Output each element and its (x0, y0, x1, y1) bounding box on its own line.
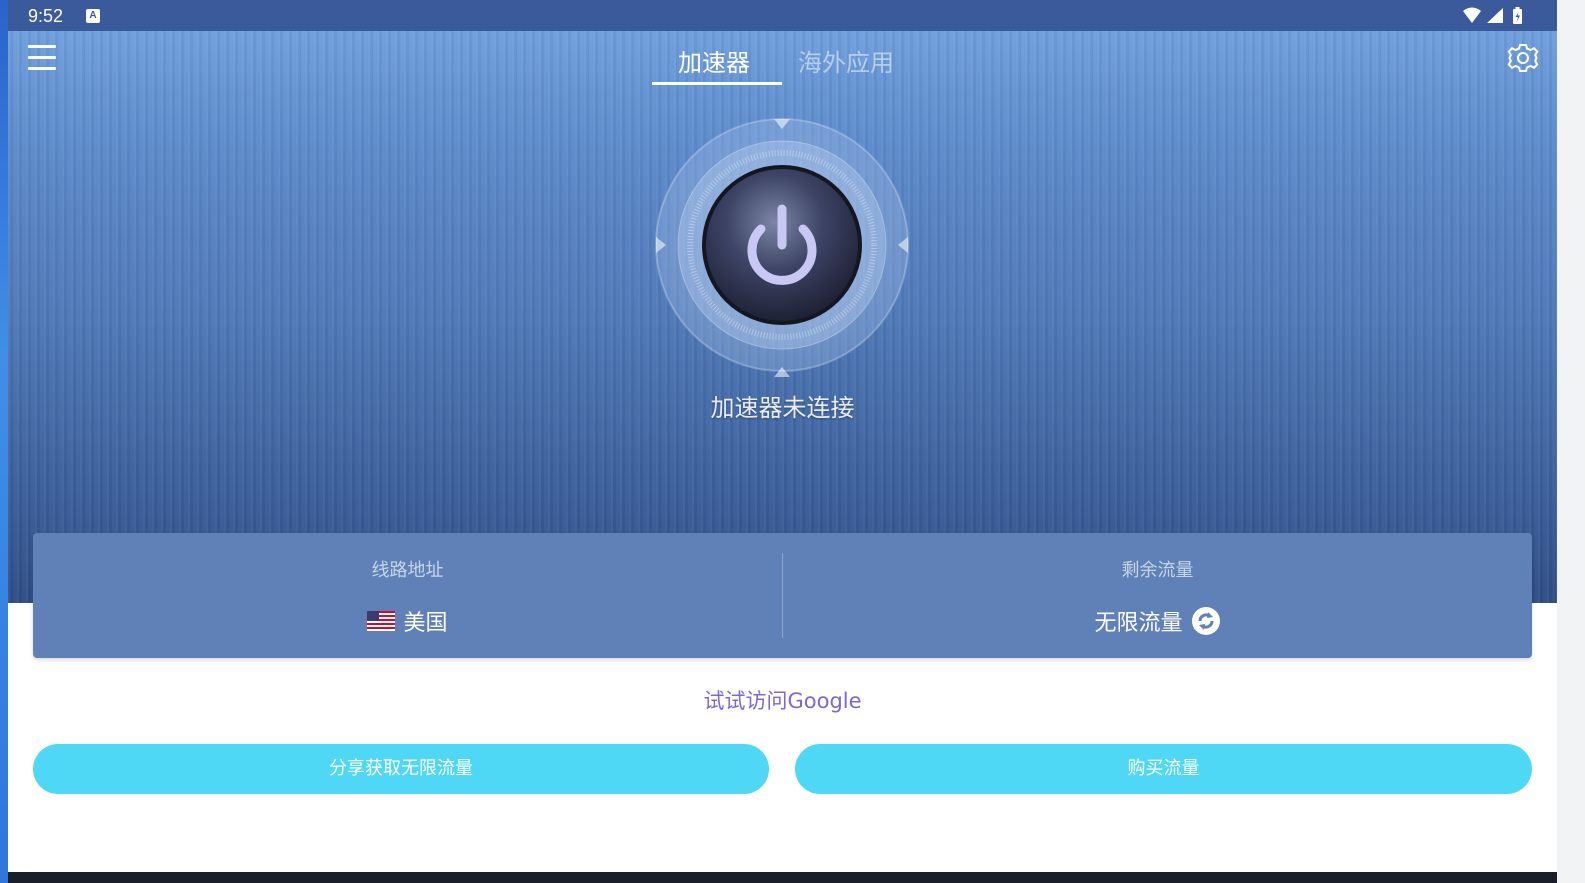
wifi-icon (1463, 7, 1481, 23)
system-icons (1463, 7, 1522, 24)
route-value-row: 美国 (33, 605, 782, 637)
buy-traffic-button[interactable]: 购买流量 (795, 744, 1532, 794)
status-time: 9:52 (28, 6, 64, 26)
traffic-value-row: 无限流量 (783, 605, 1532, 637)
share-unlimited-button[interactable]: 分享获取无限流量 (33, 744, 769, 794)
us-flag-icon (367, 611, 396, 631)
connection-status: 加速器未连接 (710, 394, 855, 422)
try-google-link[interactable]: 试试访问Google (8, 685, 1557, 715)
android-screen: 9:52 A 加速器 海外应用 加速器未连接 线路地址 美国 剩余流量 无限流量… (8, 0, 1557, 872)
power-button[interactable] (648, 111, 916, 379)
refresh-icon[interactable] (1191, 606, 1221, 636)
info-card: 线路地址 美国 剩余流量 无限流量 (33, 533, 1532, 658)
tab-overseas-apps[interactable]: 海外应用 (798, 43, 894, 78)
hero-section: 加速器 海外应用 加速器未连接 (8, 31, 1557, 603)
battery-icon (1513, 7, 1522, 24)
active-tab-indicator (652, 82, 782, 85)
route-value: 美国 (403, 611, 448, 636)
traffic-label: 剩余流量 (1121, 560, 1194, 581)
traffic-value: 无限流量 (1094, 611, 1183, 636)
hamburger-menu-button[interactable] (28, 45, 56, 71)
status-bar: 9:52 A (8, 0, 1557, 31)
desktop-background-right (1557, 0, 1585, 883)
traffic-section: 剩余流量 无限流量 (783, 533, 1532, 658)
tab-accelerator[interactable]: 加速器 (678, 43, 750, 78)
notification-icon: A (86, 9, 100, 23)
route-section[interactable]: 线路地址 美国 (33, 533, 782, 658)
cell-signal-icon (1487, 8, 1503, 23)
route-label: 线路地址 (371, 560, 444, 581)
desktop-background-left (0, 0, 8, 883)
gear-icon[interactable] (1506, 41, 1540, 75)
